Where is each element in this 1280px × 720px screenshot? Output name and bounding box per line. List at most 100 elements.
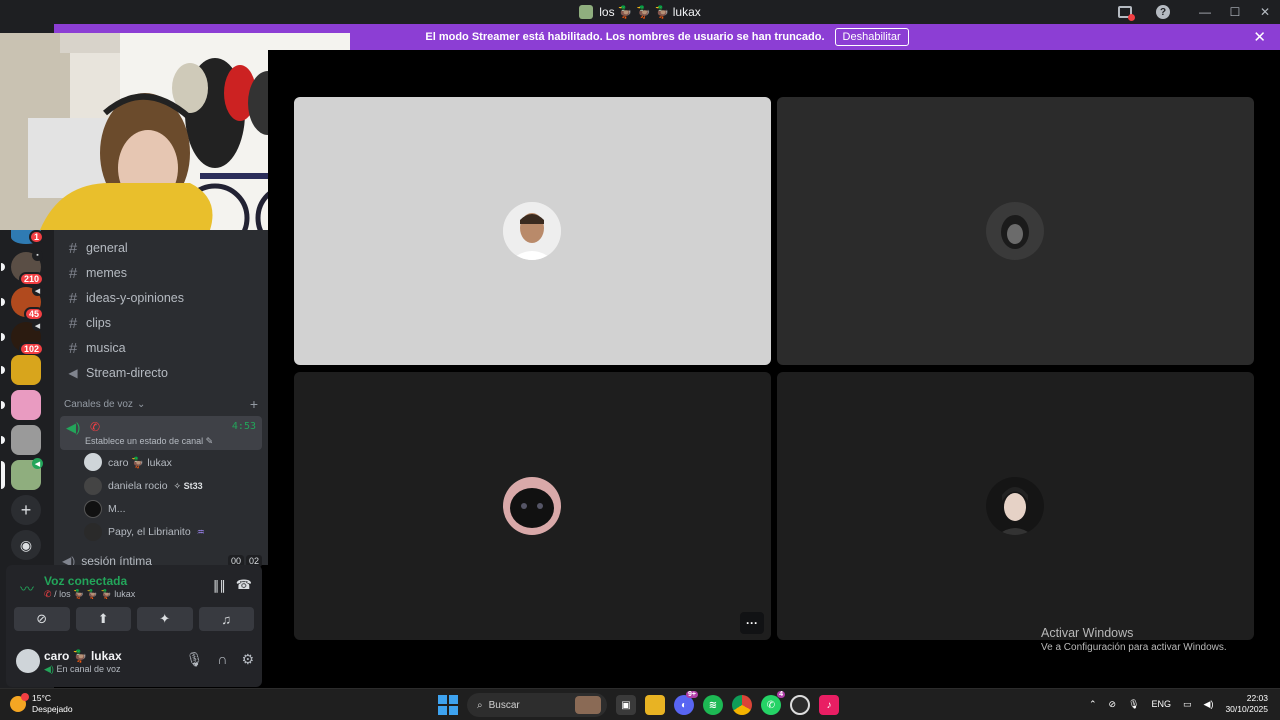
whatsapp-icon[interactable]: ✆ 4 <box>761 691 785 715</box>
server-item[interactable]: ◀ 45 <box>1 285 44 321</box>
network-off-icon[interactable]: ⊘ <box>1109 699 1117 710</box>
user-name[interactable]: caro 🦆 lukax <box>44 649 122 663</box>
avatar <box>503 477 561 535</box>
participant-tile[interactable] <box>777 372 1254 640</box>
user-panel: caro 🦆 lukax ◀) En canal de voz 🎙︎ ∩ ⚙ <box>14 647 254 681</box>
server-badge: 210 <box>18 272 44 286</box>
server-item[interactable] <box>1 425 41 455</box>
channel-ideas-y-opiniones[interactable]: # ideas-y-opiniones <box>62 287 262 309</box>
display-icon[interactable]: ▭ <box>1183 699 1192 710</box>
help-icon: ? <box>1156 5 1170 19</box>
watermark-title: Activar Windows <box>1041 626 1134 640</box>
avatar <box>84 523 102 541</box>
tiktok-icon[interactable]: ♪ <box>819 695 839 715</box>
member-name: daniela rocio <box>108 480 168 492</box>
active-voice-channel[interactable]: ◀) ✆ 4:53 Establece un estado de canal ✎ <box>60 416 262 450</box>
discord-badge: 9+ <box>686 691 698 698</box>
noise-suppression-icon[interactable]: ∥∥ <box>213 578 226 594</box>
channel-clips[interactable]: # clips <box>62 312 262 334</box>
microphone-icon[interactable]: 🎙︎ <box>186 651 204 668</box>
taskbar-search[interactable]: ⌕ Buscar <box>467 693 607 717</box>
voice-connected-label[interactable]: Voz conectada <box>44 574 127 588</box>
volume-icon[interactable]: ◀) <box>1204 699 1214 710</box>
clock[interactable]: 22:03 30/10/2025 <box>1225 693 1268 715</box>
unread-pill <box>1 333 5 341</box>
hash-icon: # <box>68 264 78 282</box>
server-item[interactable]: ◀ 102 <box>1 320 44 356</box>
avatar[interactable] <box>16 649 40 673</box>
member-tag-text: St33 <box>183 480 203 491</box>
disconnect-icon[interactable]: ☎ <box>236 577 252 593</box>
disable-streamer-button[interactable]: Deshabilitar <box>834 28 909 46</box>
channel-label: general <box>86 241 128 255</box>
camera-off-button[interactable]: ⊘ <box>14 607 70 631</box>
channel-musica[interactable]: # musica <box>62 337 262 359</box>
voice-location[interactable]: ✆ / los 🦆 🦆 🦆 lukax <box>44 589 135 600</box>
hash-icon: # <box>68 314 78 332</box>
speaker-icon: ▪ <box>32 250 43 261</box>
voice-member[interactable]: Papy, el Librianito ♒ <box>84 522 205 542</box>
discord-icon[interactable]: ◐ 9+ <box>674 691 698 715</box>
channel-label: clips <box>86 316 112 330</box>
more-options-button[interactable]: ··· <box>740 612 764 634</box>
signal-icon[interactable]: 〰 <box>20 579 34 599</box>
channel-label: Stream-directo <box>86 366 168 380</box>
activities-button[interactable]: ✦ <box>137 607 193 631</box>
microphone-icon[interactable]: 🎙︎ <box>1128 699 1139 710</box>
maximize-button[interactable]: ☐ <box>1220 0 1250 24</box>
add-server-button[interactable]: + <box>11 495 41 525</box>
title-bar: los 🦆 🦆 🦆 lukax ? — ☐ ✕ <box>0 0 1280 24</box>
inbox-button[interactable] <box>1110 0 1140 24</box>
channel-label: musica <box>86 341 126 355</box>
set-channel-status[interactable]: Establece un estado de canal ✎ <box>85 436 213 447</box>
obs-icon[interactable] <box>790 695 810 715</box>
channel-label: ideas-y-opiniones <box>86 291 184 305</box>
voice-member[interactable]: M... <box>84 499 126 519</box>
help-button[interactable]: ? <box>1148 0 1178 24</box>
voice-member[interactable]: daniela rocio ✧ St33 <box>84 476 203 496</box>
participant-tile[interactable] <box>777 97 1254 365</box>
channel-label: memes <box>86 266 127 280</box>
explore-servers-button[interactable]: ◉ <box>11 530 41 560</box>
compass-icon: ◉ <box>19 536 33 553</box>
spotify-icon[interactable]: ≋ <box>703 695 723 715</box>
minimize-button[interactable]: — <box>1190 0 1220 24</box>
server-item[interactable] <box>1 390 41 420</box>
weather-icon <box>10 693 29 712</box>
participant-tile[interactable]: ··· <box>294 372 771 640</box>
voice-member[interactable]: caro 🦆 lukax <box>84 452 172 472</box>
gear-icon[interactable]: ⚙ <box>241 651 254 668</box>
speaker-icon: ◀ <box>32 458 43 469</box>
server-item-current[interactable]: ◀ <box>1 458 43 490</box>
avatar <box>503 202 561 260</box>
avatar <box>84 477 102 495</box>
participant-tile[interactable] <box>294 97 771 365</box>
start-button[interactable] <box>438 695 458 715</box>
chevron-up-icon[interactable]: ⌃ <box>1089 699 1097 710</box>
windows-activation-watermark: Activar Windows Ve a Configuración para … <box>1041 626 1227 653</box>
add-voice-channel-button[interactable]: + <box>250 396 258 412</box>
weather-widget[interactable]: 15°C Despejado <box>10 693 73 715</box>
server-icon <box>579 5 594 19</box>
channel-memes[interactable]: # memes <box>62 262 262 284</box>
channel-stream-directo[interactable]: ◀ Stream-directo <box>62 362 262 384</box>
close-banner-icon[interactable]: ✕ <box>1253 28 1266 46</box>
speaker-icon: ◀) <box>66 420 81 435</box>
server-item[interactable]: ▪ 210 <box>1 250 44 286</box>
voice-category-header[interactable]: Canales de voz ⌄ <box>64 399 145 410</box>
voice-stage: ··· <box>268 50 1280 688</box>
task-view-icon[interactable]: ▣ <box>616 695 636 715</box>
server-item[interactable] <box>1 355 41 385</box>
soundboard-button[interactable]: ♫ <box>198 607 254 631</box>
voice-connection-panel: 〰 Voz conectada ✆ / los 🦆 🦆 🦆 lukax ∥∥ ☎… <box>6 565 262 687</box>
member-name: M... <box>108 503 126 515</box>
headphones-icon[interactable]: ∩ <box>217 651 227 668</box>
share-screen-button[interactable]: ⬆ <box>75 607 131 631</box>
file-explorer-icon[interactable] <box>645 695 665 715</box>
user-status-text: En canal de voz <box>56 664 121 674</box>
taskbar-apps: ⌕ Buscar ▣ ◐ 9+ ≋ ✆ 4 ♪ <box>438 691 839 717</box>
channel-general[interactable]: # general <box>62 237 262 259</box>
chrome-icon[interactable] <box>732 695 752 715</box>
language-indicator[interactable]: ENG <box>1152 699 1172 709</box>
close-window-button[interactable]: ✕ <box>1250 0 1280 24</box>
